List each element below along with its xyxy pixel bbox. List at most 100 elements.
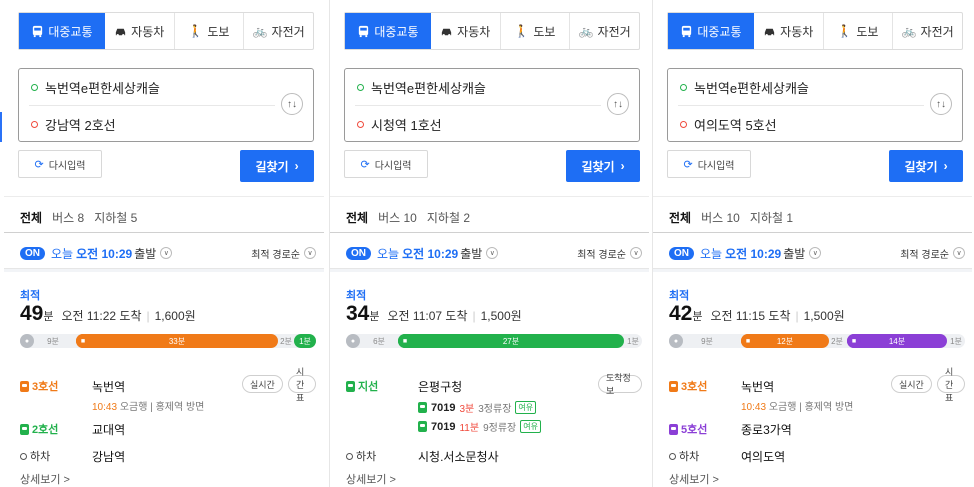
bike-icon: 🚲 <box>901 24 917 38</box>
walk-icon: ● <box>20 334 34 348</box>
find-route-button[interactable]: 길찾기 › <box>889 150 963 182</box>
crowd-tag: 여유 <box>520 420 541 433</box>
tab-subway[interactable]: 지하철 1 <box>750 209 793 226</box>
mode-car-tab[interactable]: 자동차 <box>754 13 824 49</box>
origin-field[interactable]: 녹번역e편한세상캐슬 <box>31 78 160 96</box>
route-input-box: 녹번역e편한세상캐슬 강남역 2호선 ↑↓ <box>18 68 314 142</box>
depart-time[interactable]: 오전 10:29 <box>725 245 781 262</box>
mode-walk-tab[interactable]: 🚶 도보 <box>175 13 245 49</box>
destination-field[interactable]: 여의도역 5호선 <box>680 115 777 133</box>
mode-transit-tab[interactable]: 대중교통 <box>19 13 105 49</box>
tab-subway[interactable]: 지하철 2 <box>427 209 470 226</box>
realtime-chip[interactable]: 실시간 <box>891 375 932 393</box>
chevron-down-icon[interactable]: ∨ <box>486 247 499 259</box>
sort-dropdown[interactable]: 최적 경로순 ∨ <box>251 246 316 261</box>
train-detail: 10:43 오금행 | 홍제역 방면 <box>92 398 204 413</box>
reset-button[interactable]: ⟳ 다시입력 <box>344 150 428 178</box>
minutes-unit: 분 <box>692 311 703 323</box>
tab-all[interactable]: 전체 <box>20 209 42 226</box>
destination-text: 강남역 2호선 <box>45 117 116 133</box>
route-panel-2: 대중교통 자동차 🚶 도보 🚲 자전거 녹번역e편한세상캐슬 시청역 1호선 ↑… <box>329 0 649 487</box>
mode-transit-label: 대중교통 <box>697 24 742 39</box>
walk-icon: ● <box>669 334 683 348</box>
car-icon <box>116 28 126 36</box>
on-toggle[interactable]: ON <box>20 246 45 260</box>
timeline-segment-walk: 6분 <box>373 336 385 346</box>
reset-label: 다시입력 <box>48 160 86 172</box>
origin-field[interactable]: 녹번역e편한세상캐슬 <box>357 78 486 96</box>
tab-all[interactable]: 전체 <box>346 209 368 226</box>
mode-car-tab[interactable]: 자동차 <box>105 13 175 49</box>
mode-walk-tab[interactable]: 🚶 도보 <box>501 13 571 49</box>
subway-icon: ■ <box>847 334 861 348</box>
getoff-station: 강남역 <box>92 450 126 464</box>
destination-text: 시청역 1호선 <box>371 117 442 133</box>
timetable-chip[interactable]: 시간표 <box>937 367 965 403</box>
swap-icon[interactable]: ↑↓ <box>930 93 952 115</box>
chevron-down-icon: ∨ <box>304 247 316 259</box>
origin-dot-icon <box>31 83 38 91</box>
mode-walk-tab[interactable]: 🚶 도보 <box>824 13 894 49</box>
mode-car-tab[interactable]: 자동차 <box>431 13 501 49</box>
mode-bike-tab[interactable]: 🚲 자전거 <box>244 13 313 49</box>
timetable-chip[interactable]: 시간표 <box>288 367 316 403</box>
reset-button[interactable]: ⟳ 다시입력 <box>667 150 751 178</box>
details-link[interactable]: 상세보기 > <box>669 471 719 487</box>
chevron-down-icon[interactable]: ∨ <box>160 247 173 259</box>
timeline-segment-bus: 27분 <box>398 334 624 348</box>
transfer-station: 종로3가역 <box>741 423 792 437</box>
swap-icon[interactable]: ↑↓ <box>607 93 629 115</box>
train-detail: 10:43 오금행 | 홍제역 방면 <box>741 398 853 413</box>
arrival-info-chip[interactable]: 도착정보 <box>598 373 642 396</box>
depart-time[interactable]: 오전 10:29 <box>402 245 458 262</box>
chevron-down-icon[interactable]: ∨ <box>809 247 822 259</box>
sort-dropdown[interactable]: 최적 경로순 ∨ <box>900 246 965 261</box>
transport-mode-tabs: 대중교통 자동차 🚶 도보 🚲 자전거 <box>344 12 640 50</box>
tabs-underline <box>330 232 649 233</box>
route-summary[interactable]: 42 분 오전 11:15 도착 | 1,500원 <box>669 302 845 326</box>
origin-text: 녹번역e편한세상캐슬 <box>45 80 160 96</box>
mode-car-label: 자동차 <box>457 24 491 39</box>
departure-row: ON 오늘 오전 10:29 출발 ∨ 최적 경로순 ∨ <box>346 244 642 262</box>
tab-bus[interactable]: 버스 10 <box>378 209 417 226</box>
bus-arrival-row: 7019 3분 3정류장 여유 <box>418 400 537 415</box>
find-route-button[interactable]: 길찾기 › <box>566 150 640 182</box>
on-toggle[interactable]: ON <box>669 246 694 260</box>
tab-bus[interactable]: 버스 8 <box>52 209 84 226</box>
mode-transit-tab[interactable]: 대중교통 <box>668 13 754 49</box>
find-route-button[interactable]: 길찾기 › <box>240 150 314 182</box>
route-summary[interactable]: 34 분 오전 11:07 도착 | 1,500원 <box>346 302 522 326</box>
destination-field[interactable]: 강남역 2호선 <box>31 115 116 133</box>
tab-bus[interactable]: 버스 10 <box>701 209 740 226</box>
route-panel-1: 대중교통 자동차 🚶 도보 🚲 자전거 녹번역e편한세상캐슬 강남역 2호선 ↑… <box>4 0 324 487</box>
on-toggle[interactable]: ON <box>346 246 371 260</box>
mode-transit-label: 대중교통 <box>48 24 93 39</box>
swap-icon[interactable]: ↑↓ <box>281 93 303 115</box>
bus-type-label: 지선 <box>346 378 378 394</box>
depart-time[interactable]: 오전 10:29 <box>76 245 132 262</box>
details-link[interactable]: 상세보기 > <box>20 471 70 487</box>
line-5-text: 5호선 <box>681 424 708 436</box>
chevron-down-icon: ∨ <box>630 247 642 259</box>
getoff-label: 하차 <box>669 448 699 464</box>
destination-field[interactable]: 시청역 1호선 <box>357 115 442 133</box>
sort-dropdown[interactable]: 최적 경로순 ∨ <box>577 246 642 261</box>
mode-bike-tab[interactable]: 🚲 자전거 <box>893 13 962 49</box>
reset-button[interactable]: ⟳ 다시입력 <box>18 150 102 178</box>
departure-row: ON 오늘 오전 10:29 출발 ∨ 최적 경로순 ∨ <box>20 244 316 262</box>
tab-subway[interactable]: 지하철 5 <box>94 209 137 226</box>
details-link[interactable]: 상세보기 > <box>346 471 396 487</box>
mode-walk-label: 도보 <box>533 24 556 39</box>
getoff-ring-icon <box>669 452 676 460</box>
origin-field[interactable]: 녹번역e편한세상캐슬 <box>680 78 809 96</box>
find-label: 길찾기 <box>904 159 938 174</box>
route-summary[interactable]: 49 분 오전 11:22 도착 | 1,600원 <box>20 302 196 326</box>
mode-transit-tab[interactable]: 대중교통 <box>345 13 431 49</box>
depart-today: 오늘 <box>51 246 74 261</box>
tab-all[interactable]: 전체 <box>669 209 691 226</box>
minutes-unit: 분 <box>369 311 380 323</box>
fare: 1,500원 <box>480 309 522 323</box>
mode-bike-tab[interactable]: 🚲 자전거 <box>570 13 639 49</box>
result-tabs: 전체 버스 8 지하철 5 <box>20 209 137 226</box>
realtime-chip[interactable]: 실시간 <box>242 375 283 393</box>
